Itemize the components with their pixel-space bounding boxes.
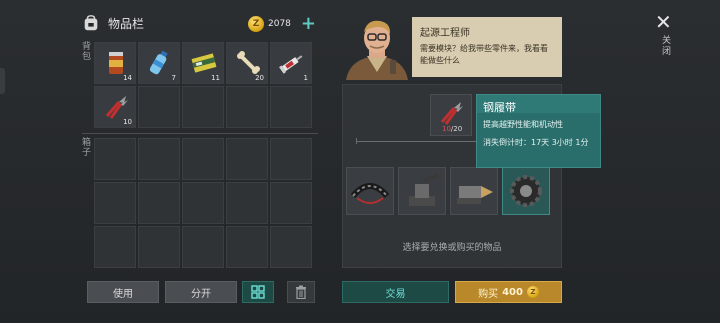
storage-slot[interactable]	[182, 226, 224, 268]
inventory-slot[interactable]: 11	[182, 42, 224, 84]
storage-slot[interactable]	[182, 138, 224, 180]
left-edge-tab[interactable]	[0, 68, 5, 94]
owned-count: 10	[442, 125, 451, 133]
buy-button[interactable]: 购买 400 Z	[455, 281, 562, 303]
inventory-slot[interactable]: 1	[270, 42, 312, 84]
item-quantity: 7	[171, 74, 176, 82]
cannon-mount-icon	[409, 172, 440, 206]
grid-sort-icon	[251, 285, 265, 299]
trade-items-row	[346, 167, 550, 215]
item-tooltip: 钢履带 提高越野性能和机动性 消失倒计时：17天 3小时 1分	[476, 94, 601, 168]
storage-slot[interactable]	[138, 182, 180, 224]
npc-name: 起源工程师	[420, 28, 470, 39]
tooltip-title: 钢履带	[477, 95, 600, 114]
inventory-slot[interactable]	[182, 86, 224, 128]
storage-slot[interactable]	[182, 182, 224, 224]
needed-count: /20	[450, 125, 463, 133]
storage-slot[interactable]	[94, 226, 136, 268]
selection-hint: 选择要兑换或购买的物品	[402, 243, 502, 253]
coin-balance: Z 2078 +	[248, 15, 316, 33]
npc-speech-bubble: 起源工程师 需要模块？给我带些零件来，我看看能做些什么	[412, 17, 562, 77]
inventory-slot[interactable]: 20	[226, 42, 268, 84]
sort-button[interactable]	[242, 281, 274, 303]
buy-label: 购买	[478, 288, 499, 300]
close-icon[interactable]: ✕	[655, 12, 672, 32]
coin-count: 2078	[268, 19, 291, 29]
requirement-tick	[356, 138, 357, 144]
trade-item-slot-selected[interactable]	[502, 167, 550, 215]
tooltip-timer: 消失倒计时：17天 3小时 1分	[483, 138, 589, 147]
buy-price: 400	[502, 286, 523, 298]
storage-slot[interactable]	[94, 138, 136, 180]
item-quantity: 11	[211, 74, 220, 82]
split-button[interactable]: 分开	[165, 281, 237, 303]
required-count: 10/20	[442, 125, 462, 133]
water-bottle-icon	[149, 50, 168, 75]
coin-icon: Z	[526, 286, 539, 298]
discard-button[interactable]	[287, 281, 315, 303]
drill-module-icon	[457, 186, 493, 204]
storage-slot[interactable]	[226, 182, 268, 224]
storage-slot[interactable]	[226, 138, 268, 180]
engineer-portrait	[346, 20, 408, 80]
inventory-slot[interactable]	[226, 86, 268, 128]
storage-slot[interactable]	[138, 138, 180, 180]
item-quantity: 20	[255, 74, 264, 82]
syringe-icon	[279, 55, 303, 74]
backpack-icon	[84, 15, 98, 31]
inventory-slot[interactable]: 14	[94, 42, 136, 84]
trade-button[interactable]: 交易	[342, 281, 449, 303]
item-quantity: 10	[123, 118, 132, 126]
storage-slot[interactable]	[270, 182, 312, 224]
inventory-header: 物品栏	[82, 14, 144, 32]
item-quantity: 1	[303, 74, 308, 82]
coin-icon: Z	[248, 16, 264, 32]
storage-slot[interactable]	[270, 226, 312, 268]
storage-section-label: 箱子	[82, 138, 92, 158]
storage-grid	[94, 138, 312, 268]
tire-belt-icon	[350, 183, 390, 204]
section-divider	[82, 133, 318, 134]
backpack-grid: 14 7 11 20 1 10	[94, 42, 312, 128]
inventory-slot[interactable]	[270, 86, 312, 128]
storage-slot[interactable]	[94, 182, 136, 224]
item-quantity: 14	[123, 74, 132, 82]
pliers-icon	[440, 102, 463, 125]
use-button[interactable]: 使用	[87, 281, 159, 303]
inventory-title: 物品栏	[108, 16, 145, 31]
storage-slot[interactable]	[138, 226, 180, 268]
close-label[interactable]: 关闭	[662, 36, 672, 58]
trade-item-slot[interactable]	[398, 167, 446, 215]
storage-slot[interactable]	[226, 226, 268, 268]
trade-item-slot[interactable]	[346, 167, 394, 215]
add-coins-button[interactable]: +	[301, 15, 316, 33]
npc-dialogue: 需要模块？给我带些零件来，我看看能做些什么	[420, 44, 548, 65]
tooltip-description: 提高越野性能和机动性	[483, 120, 563, 129]
gear-cog-icon	[510, 175, 542, 207]
trade-item-slot[interactable]	[450, 167, 498, 215]
trash-icon	[296, 285, 306, 299]
backpack-section-label: 背包	[82, 42, 92, 62]
inventory-slot[interactable]: 7	[138, 42, 180, 84]
inventory-slot[interactable]	[138, 86, 180, 128]
storage-slot[interactable]	[270, 138, 312, 180]
inventory-slot[interactable]: 10	[94, 86, 136, 128]
